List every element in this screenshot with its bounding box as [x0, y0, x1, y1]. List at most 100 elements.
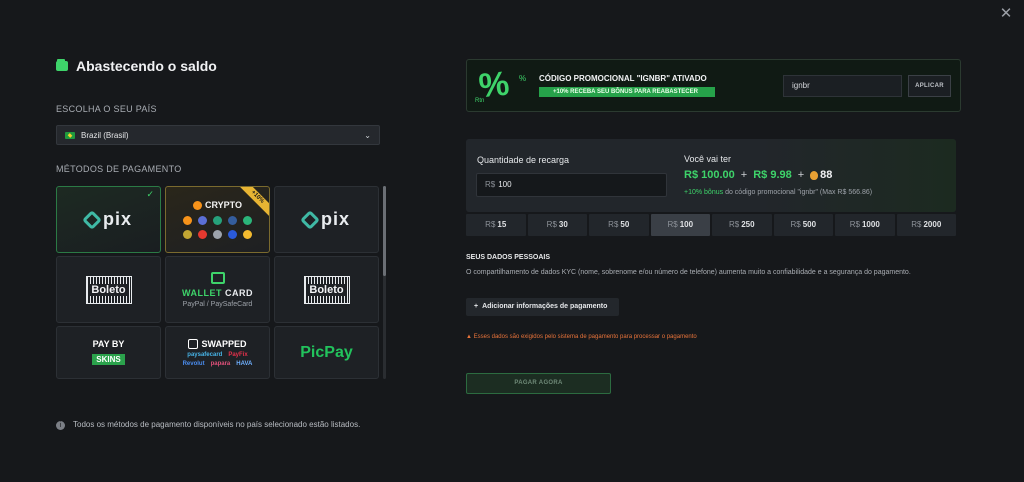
skins-label: SKINS	[92, 353, 125, 365]
ltc-icon	[228, 216, 237, 225]
wallet-label: WALLET	[181, 287, 222, 298]
recharge-label: Quantidade de recarga	[477, 155, 570, 165]
method-picpay[interactable]: PicPay	[274, 326, 379, 379]
pix-label: pix	[320, 209, 350, 229]
quick-amounts: R$ 15 R$ 30 R$ 50 R$ 100 R$ 250 R$ 500 R$ 1000 R$ 2000	[466, 214, 956, 236]
paysafecard-label: paysafecard	[187, 351, 223, 358]
crypto-label: CRYPTO	[204, 200, 242, 210]
amount-button-1000[interactable]: R$ 1000	[835, 214, 895, 236]
wallet-card-icon	[210, 271, 225, 284]
pay-by-skins-logo: PAY BY SKINS	[92, 338, 125, 367]
recharge-amount-input[interactable]: R$ 100	[476, 173, 667, 197]
percent-small: %	[519, 74, 527, 83]
pay-now-button[interactable]: PAGAR AGORA	[466, 373, 611, 394]
scroll-thumb[interactable]	[383, 186, 386, 276]
tron-icon	[198, 230, 207, 239]
amount-value: 30	[558, 220, 568, 229]
you-get-label: Você vai ter	[684, 154, 732, 164]
crypto-title: CRYPTO	[192, 200, 242, 210]
kyc-title: SEUS DADOS PESSOAIS	[466, 254, 551, 261]
amount-currency: R$	[608, 220, 619, 229]
info-icon: i	[56, 421, 65, 430]
brazil-flag-icon	[65, 131, 75, 139]
boleto-label: Boleto	[308, 283, 345, 296]
swapped-row-2: Revolut papara HAVA	[183, 361, 253, 367]
add-payment-info-button[interactable]: + Adicionar informações de pagamento	[466, 298, 620, 316]
amount-button-50[interactable]: R$ 50	[589, 214, 649, 236]
amount-currency: R$	[667, 220, 678, 229]
kyc-warning: ▲ Esses dados são exigidos pelo sistema …	[466, 334, 697, 340]
amount-button-500[interactable]: R$ 500	[773, 214, 833, 236]
page-title: Abastecendo o saldo	[76, 58, 217, 74]
plus-icon: +	[474, 303, 479, 310]
get-bonus: R$ 9.98	[753, 169, 792, 181]
papara-label: papara	[210, 360, 231, 367]
swapped-label: SWAPPED	[201, 338, 247, 349]
pix-label: pix	[102, 209, 132, 229]
usdt-icon	[213, 216, 222, 225]
bitcoin-icon	[192, 200, 202, 210]
swapped-icon	[188, 338, 199, 349]
usdc-icon	[228, 230, 237, 239]
amount-currency: R$	[790, 220, 801, 229]
amount-button-250[interactable]: R$ 250	[712, 214, 772, 236]
amount-value: 50	[620, 220, 630, 229]
country-select[interactable]: Brazil (Brasil) ⌄	[56, 125, 380, 145]
amount-button-15[interactable]: R$ 15	[466, 214, 526, 236]
hava-label: HAVA	[236, 360, 253, 367]
method-boleto[interactable]: Boleto	[56, 256, 161, 323]
amount-button-30[interactable]: R$ 30	[527, 214, 587, 236]
country-value: Brazil (Brasil)	[81, 130, 129, 140]
method-crypto[interactable]: +10% CRYPTO	[165, 186, 270, 253]
kyc-description: O compartilhamento de dados KYC (nome, s…	[466, 269, 911, 276]
method-wallet-card[interactable]: WALLET CARD PayPal / PaySafeCard	[165, 256, 270, 323]
percent-icon: % % Rtn	[475, 64, 530, 108]
pay-by-label: PAY BY	[92, 338, 125, 349]
method-pix-selected[interactable]: ✓ pix	[56, 186, 161, 253]
tether-icon	[243, 216, 252, 225]
method-boleto-2[interactable]: Boleto	[274, 256, 379, 323]
recharge-panel: Quantidade de recarga R$ 100 Você vai ter…	[466, 139, 956, 212]
amount-currency: R$	[485, 220, 496, 229]
amount-currency: R$	[546, 220, 557, 229]
get-coins: 88	[810, 169, 832, 181]
btc-icon	[183, 216, 192, 225]
bonus-note: +10% bônus do código promocional "ignbr"…	[684, 189, 872, 196]
card-label: CARD	[225, 287, 253, 298]
method-pay-by-skins[interactable]: PAY BY SKINS	[56, 326, 161, 379]
picpay-label: PicPay	[300, 343, 353, 361]
methods-label: MÉTODOS DE PAGAMENTO	[56, 164, 182, 174]
amount-currency: R$	[849, 220, 860, 229]
recharge-value: 100	[498, 180, 512, 189]
flame-icon	[810, 170, 819, 180]
pix-diamond-icon	[300, 209, 320, 230]
wallet-card-title: WALLET CARD	[182, 288, 253, 298]
pix-logo: pix	[300, 209, 350, 230]
promo-badge: +10% RECEBA SEU BÔNUS PARA REABASTECER	[539, 87, 715, 97]
check-icon: ✓	[146, 189, 154, 199]
promo-banner: % % Rtn CÓDIGO PROMOCIONAL "IGNBR" ATIVA…	[466, 59, 961, 112]
payfix-label: PayFix	[228, 351, 248, 358]
wallet-icon	[56, 59, 68, 71]
get-amount: R$ 100.00	[684, 169, 735, 181]
method-pix[interactable]: pix	[274, 186, 379, 253]
close-icon[interactable]: ✕	[998, 6, 1014, 22]
wallet-card-sub: PayPal / PaySafeCard	[182, 300, 253, 308]
crypto-coins	[183, 216, 252, 239]
chevron-down-icon: ⌄	[364, 130, 371, 140]
currency-label: R$	[485, 180, 496, 189]
amount-value: 2000	[923, 220, 942, 229]
amount-button-2000[interactable]: R$ 2000	[896, 214, 956, 236]
amount-value: 1000	[861, 220, 880, 229]
amount-button-100[interactable]: R$ 100	[650, 214, 710, 236]
eth-icon	[198, 216, 207, 225]
coins-value: 88	[820, 169, 833, 181]
method-swapped[interactable]: SWAPPED paysafecard PayFix Revolut papar…	[165, 326, 270, 379]
bonus-rest: do código promocional "ignbr" (Max R$ 56…	[723, 189, 873, 196]
promo-code-input[interactable]: ignbr	[783, 75, 902, 97]
methods-scrollbar[interactable]	[383, 186, 386, 379]
amount-value: 100	[679, 220, 694, 229]
revolut-label: Revolut	[182, 360, 205, 367]
apply-button[interactable]: APLICAR	[908, 75, 951, 97]
xrp-icon	[213, 230, 222, 239]
